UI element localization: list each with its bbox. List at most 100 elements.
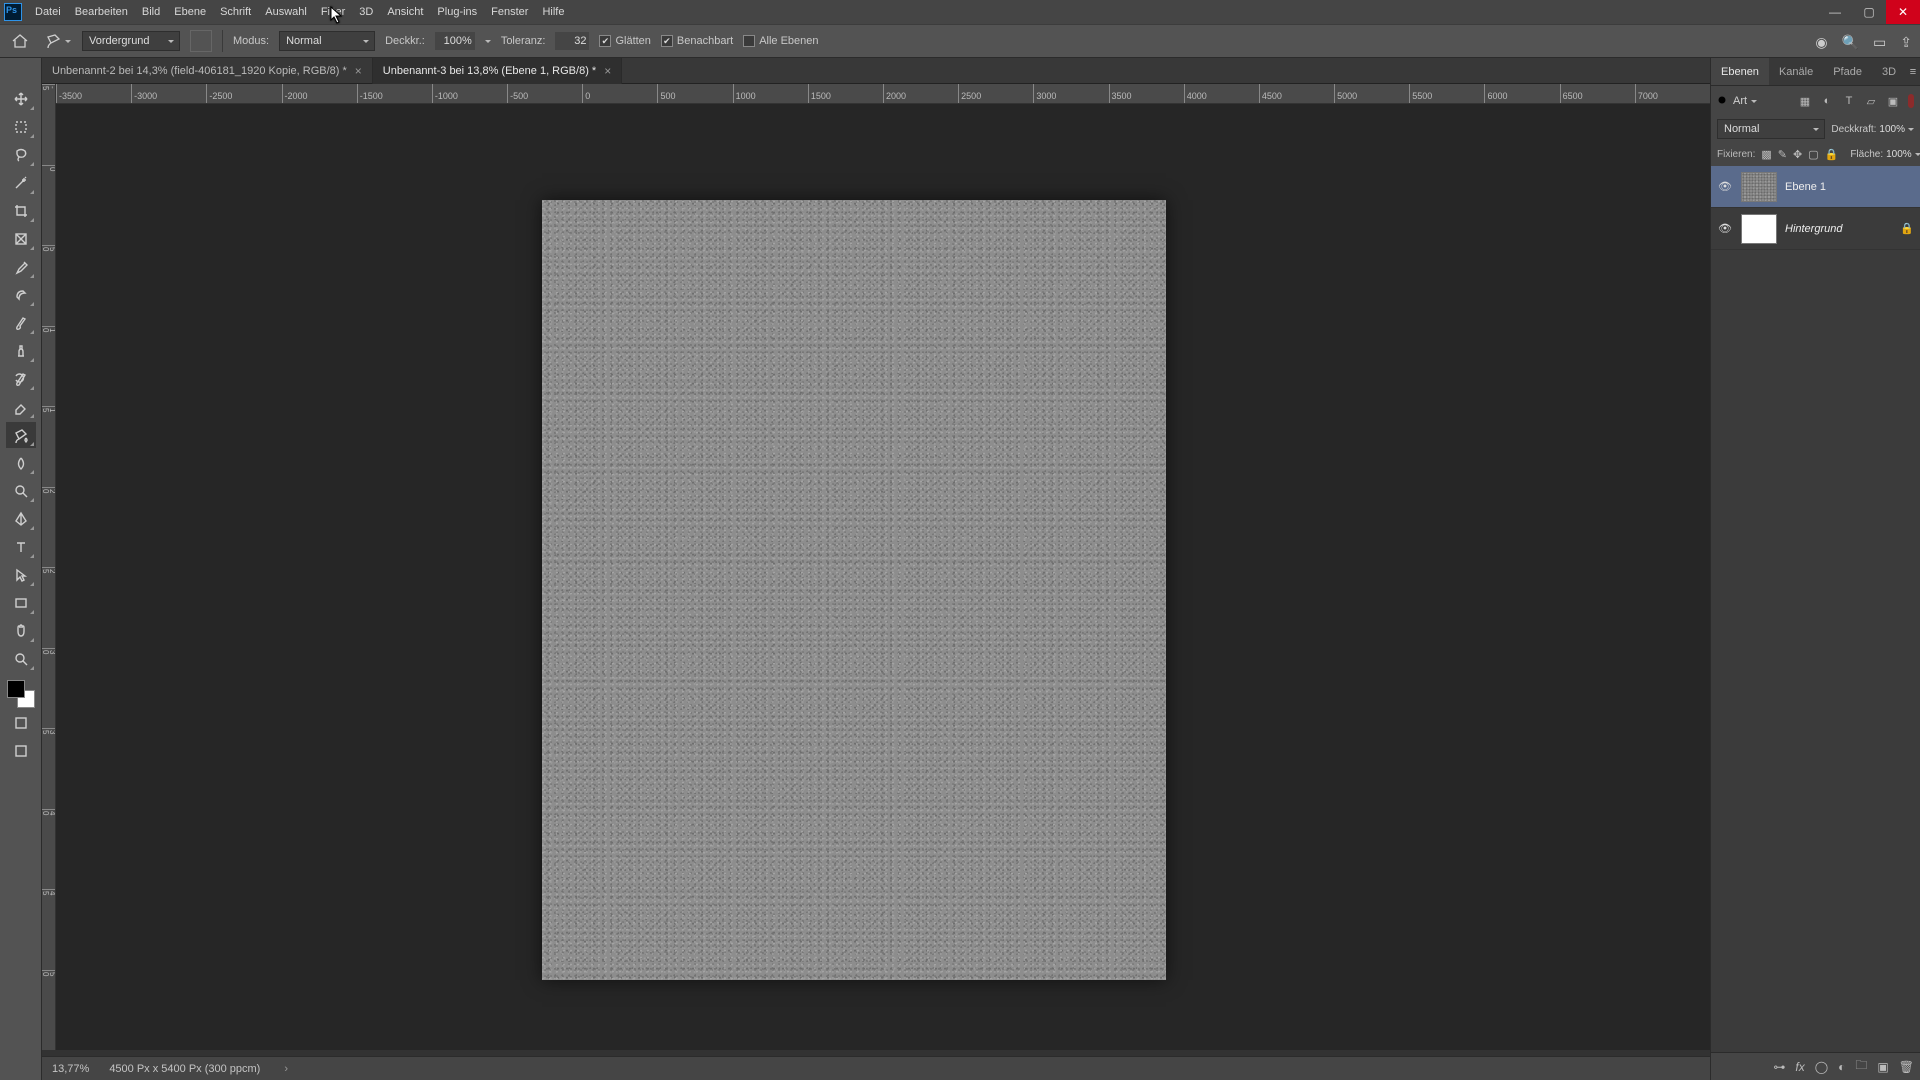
menu-datei[interactable]: Datei [28, 0, 68, 24]
menu-ansicht[interactable]: Ansicht [380, 0, 430, 24]
share-icon[interactable]: ⇪ [1900, 34, 1912, 51]
marquee-tool[interactable] [6, 114, 36, 140]
bucket-tool[interactable] [6, 422, 36, 448]
panel-tab-pfade[interactable]: Pfade [1823, 58, 1872, 85]
lock-artboard-icon[interactable]: ▢ [1808, 146, 1818, 162]
layer-thumbnail[interactable] [1741, 172, 1777, 202]
layer-thumbnail[interactable] [1741, 214, 1777, 244]
panel-menu-icon[interactable]: ≡ [1906, 58, 1920, 85]
healing-tool[interactable] [6, 282, 36, 308]
pen-tool[interactable] [6, 506, 36, 532]
foreground-color-swatch[interactable] [7, 680, 25, 698]
quickmask-button[interactable] [6, 710, 36, 736]
filter-adjust-icon[interactable]: ◐ [1818, 92, 1836, 110]
crop-tool[interactable] [6, 198, 36, 224]
search-icon[interactable]: 🔍 [1842, 34, 1859, 51]
filter-toggle[interactable] [1908, 94, 1914, 108]
close-tab-icon[interactable]: × [355, 64, 362, 78]
lasso-tool[interactable] [6, 142, 36, 168]
filter-pixel-icon[interactable]: ▦ [1796, 92, 1814, 110]
move-tool[interactable] [6, 86, 36, 112]
panel-tab-kanäle[interactable]: Kanäle [1769, 58, 1823, 85]
brush-tool[interactable] [6, 310, 36, 336]
link-layers-icon[interactable]: ⊶ [1773, 1060, 1785, 1074]
blend-mode-dropdown[interactable]: Normal [279, 31, 375, 51]
zoom-tool[interactable] [6, 646, 36, 672]
blur-tool[interactable] [6, 450, 36, 476]
fill-source-dropdown[interactable]: Vordergrund [82, 31, 180, 51]
zoom-level[interactable]: 13,77% [52, 1063, 89, 1075]
layer-name-label[interactable]: Ebene 1 [1785, 181, 1914, 193]
layer-name-label[interactable]: Hintergrund [1785, 223, 1892, 235]
delete-layer-icon[interactable]: 🗑 [1899, 1060, 1914, 1074]
tolerance-input[interactable] [555, 32, 589, 50]
menu-hilfe[interactable]: Hilfe [535, 0, 571, 24]
eyedropper-tool[interactable] [6, 254, 36, 280]
menu-filter[interactable]: Filter [314, 0, 352, 24]
antialias-checkbox[interactable] [599, 35, 611, 47]
pattern-picker[interactable] [190, 30, 212, 52]
lock-pixels-icon[interactable]: ✎ [1778, 146, 1787, 162]
ruler-vertical[interactable]: -500050010001500200025003000350040004500… [42, 84, 56, 1050]
history-brush-tool[interactable] [6, 366, 36, 392]
ruler-horizontal[interactable]: -3500-3000-2500-2000-1500-1000-500050010… [56, 84, 1710, 104]
path-select-tool[interactable] [6, 562, 36, 588]
panel-tab-ebenen[interactable]: Ebenen [1711, 58, 1769, 85]
layer-fill-slider[interactable] [1915, 153, 1920, 159]
filter-text-icon[interactable]: T [1840, 92, 1858, 110]
layer-blend-mode-dropdown[interactable]: Normal [1717, 119, 1825, 139]
menu-bild[interactable]: Bild [135, 0, 167, 24]
wand-tool[interactable] [6, 170, 36, 196]
document-canvas[interactable] [542, 200, 1166, 980]
canvas-viewport[interactable] [56, 104, 1710, 1050]
text-tool[interactable] [6, 534, 36, 560]
opacity-slider-toggle[interactable] [485, 40, 491, 46]
dodge-tool[interactable] [6, 478, 36, 504]
layer-row[interactable]: 👁Hintergrund🔒 [1711, 208, 1920, 250]
menu-ebene[interactable]: Ebene [167, 0, 213, 24]
menu-bearbeiten[interactable]: Bearbeiten [68, 0, 135, 24]
layer-visibility-icon[interactable]: 👁 [1717, 179, 1733, 195]
stamp-tool[interactable] [6, 338, 36, 364]
adjustment-layer-icon[interactable]: ◐ [1838, 1060, 1845, 1074]
document-tab[interactable]: Unbenannt-3 bei 13,8% (Ebene 1, RGB/8) *… [373, 58, 622, 84]
all-layers-checkbox[interactable] [743, 35, 755, 47]
layer-filter-type[interactable]: Art [1717, 95, 1757, 107]
menu-fenster[interactable]: Fenster [484, 0, 535, 24]
doc-info-menu[interactable]: › [284, 1063, 288, 1075]
frame-tool[interactable] [6, 226, 36, 252]
filter-smart-icon[interactable]: ▣ [1884, 92, 1902, 110]
home-button[interactable] [6, 29, 34, 53]
screenmode-button[interactable] [6, 738, 36, 764]
new-layer-icon[interactable]: ▣ [1877, 1060, 1888, 1074]
layer-opacity-slider[interactable] [1908, 128, 1914, 134]
doc-info[interactable]: 4500 Px x 5400 Px (300 ppcm) [109, 1063, 260, 1075]
workspace-icon[interactable]: ▭ [1873, 34, 1886, 51]
window-minimize-button[interactable]: ― [1818, 0, 1852, 24]
lock-transparency-icon[interactable]: ▩ [1761, 146, 1771, 162]
contiguous-checkbox[interactable] [661, 35, 673, 47]
close-tab-icon[interactable]: × [604, 64, 611, 78]
layer-mask-icon[interactable]: ◯ [1815, 1060, 1828, 1074]
lock-position-icon[interactable]: ✥ [1793, 146, 1802, 162]
opacity-input[interactable] [435, 32, 475, 50]
layer-row[interactable]: 👁 Ebene 1 [1711, 166, 1920, 208]
hand-tool[interactable] [6, 618, 36, 644]
document-tab[interactable]: Unbenannt-2 bei 14,3% (field-406181_1920… [42, 58, 373, 84]
layer-fx-icon[interactable]: fx [1795, 1060, 1804, 1074]
menu-3d[interactable]: 3D [352, 0, 380, 24]
layer-group-icon[interactable]: 🗀 [1855, 1056, 1867, 1077]
cloud-docs-icon[interactable]: ◉ [1815, 34, 1827, 51]
window-close-button[interactable]: ✕ [1886, 0, 1920, 24]
layer-visibility-icon[interactable]: 👁 [1717, 221, 1733, 237]
filter-shape-icon[interactable]: ▱ [1862, 92, 1880, 110]
layer-opacity-value[interactable]: 100% [1879, 124, 1905, 135]
menu-schrift[interactable]: Schrift [213, 0, 258, 24]
eraser-tool[interactable] [6, 394, 36, 420]
panel-tab-3d[interactable]: 3D [1872, 58, 1906, 85]
current-tool-icon[interactable] [44, 29, 72, 53]
menu-auswahl[interactable]: Auswahl [258, 0, 314, 24]
layer-fill-value[interactable]: 100% [1886, 149, 1912, 160]
menu-plug-ins[interactable]: Plug-ins [430, 0, 484, 24]
shape-tool[interactable] [6, 590, 36, 616]
